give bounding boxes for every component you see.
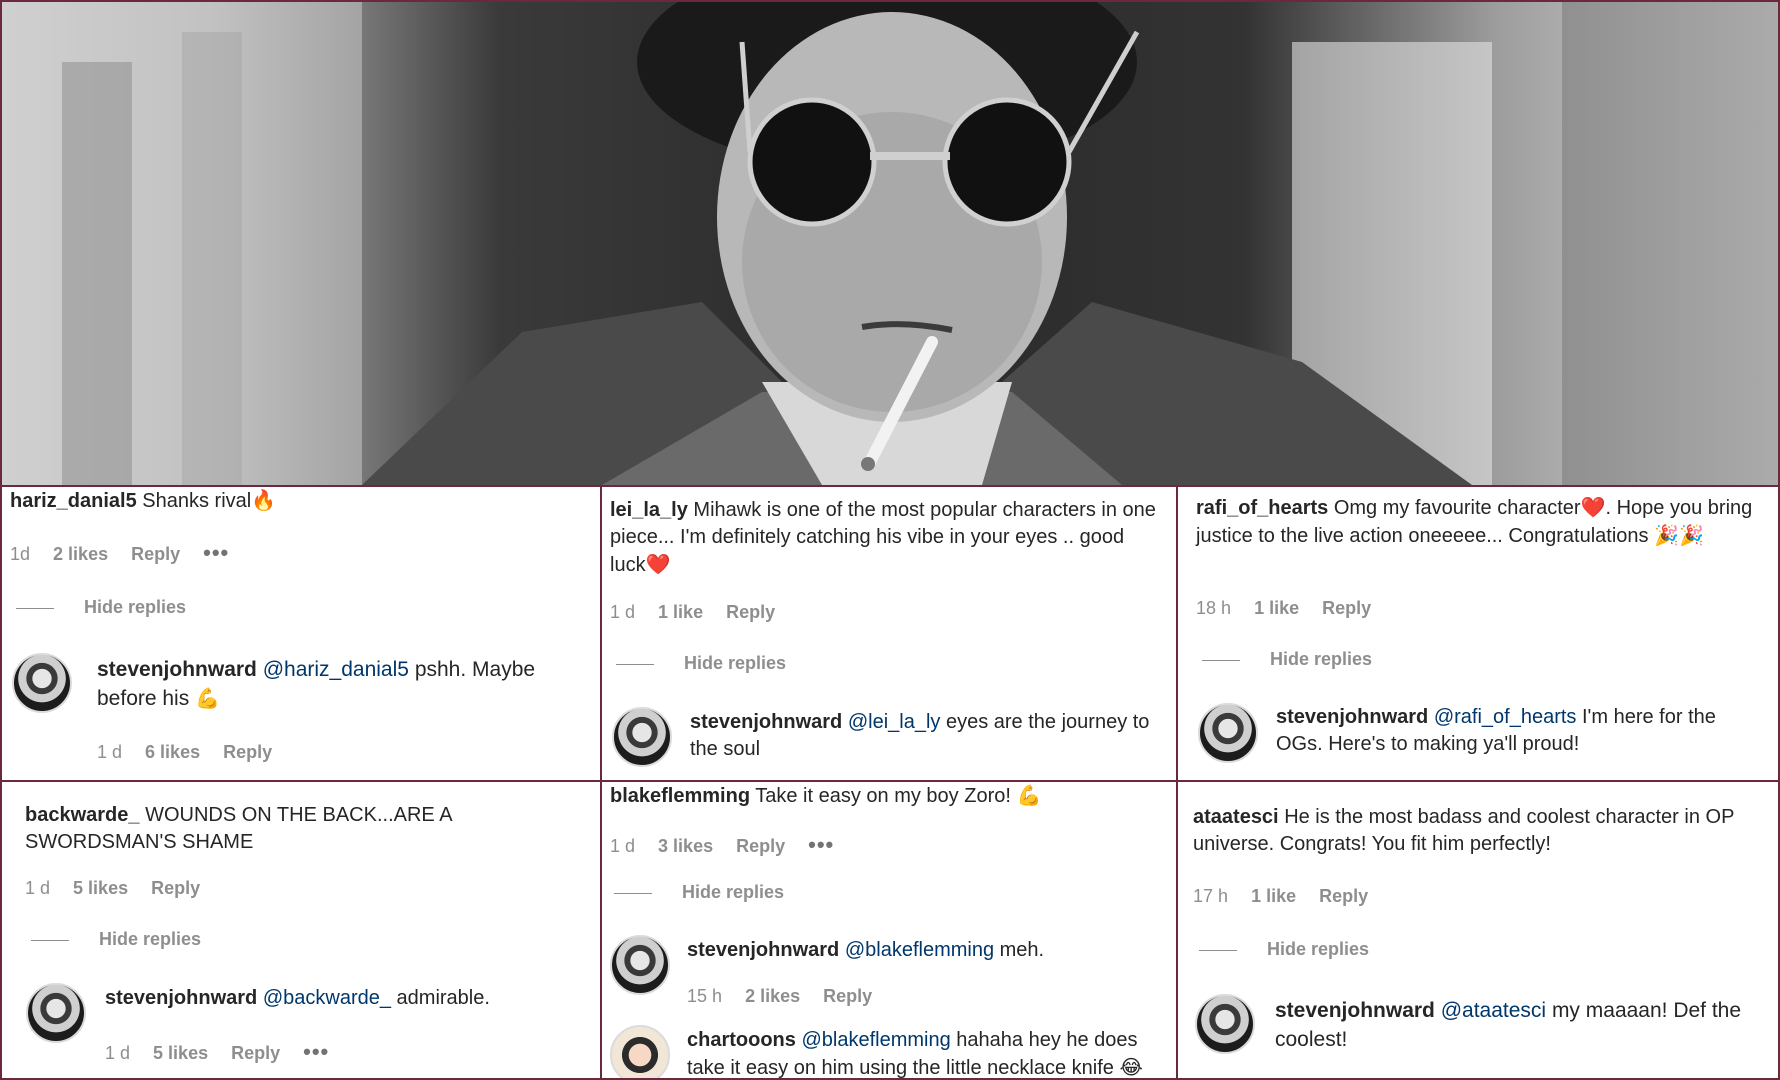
hide-replies-button[interactable]: Hide replies <box>1199 939 1369 960</box>
likes-count[interactable]: 2 likes <box>745 986 800 1006</box>
likes-count[interactable]: 1 like <box>658 602 703 622</box>
hide-replies-button[interactable]: Hide replies <box>16 597 186 618</box>
likes-count[interactable]: 2 likes <box>53 544 108 564</box>
avatar[interactable] <box>610 935 670 995</box>
hide-replies-button[interactable]: Hide replies <box>614 882 784 903</box>
avatar[interactable] <box>610 1025 670 1078</box>
comment-card-lei: lei_la_ly Mihawk is one of the most popu… <box>602 487 1176 780</box>
reply-text: stevenjohnward @hariz_danial5 pshh. Mayb… <box>97 658 536 710</box>
mention-link[interactable]: @lei_la_ly <box>848 711 941 733</box>
mention-link[interactable]: @backwarde_ <box>263 987 391 1009</box>
heart-emoji: ❤️ <box>645 552 671 576</box>
reply-button[interactable]: Reply <box>1322 598 1371 618</box>
party-popper-emoji: 🎉🎉 <box>1654 523 1704 547</box>
more-options-icon[interactable]: ••• <box>808 832 834 857</box>
comment-card-rafi: rafi_of_hearts Omg my favourite characte… <box>1178 487 1778 780</box>
divider-line <box>1199 949 1237 951</box>
comment-meta: 17 h 1 like Reply <box>1193 886 1369 906</box>
comment-text: blakeflemming Take it easy on my boy Zor… <box>610 783 1042 807</box>
likes-count[interactable]: 5 likes <box>153 1043 208 1063</box>
hero-photo <box>2 2 1778 485</box>
reply-text: stevenjohnward @backwarde_ admirable. <box>105 987 490 1009</box>
avatar[interactable] <box>26 983 86 1043</box>
reply-meta: 1 d 5 likes Reply ••• <box>105 1039 330 1064</box>
reply-button[interactable]: Reply <box>151 878 200 898</box>
laughing-emoji: 😂 <box>1119 1055 1143 1078</box>
comment-card-backwarde: backwarde_ WOUNDS ON THE BACK...ARE A SW… <box>2 782 600 1078</box>
reply-button[interactable]: Reply <box>823 986 872 1006</box>
comment-card-hariz: hariz_danial5 Shanks rival🔥 1d 2 likes R… <box>2 487 600 780</box>
collage: hariz_danial5 Shanks rival🔥 1d 2 likes R… <box>0 0 1780 1080</box>
reply-button[interactable]: Reply <box>223 742 272 762</box>
comment-meta: 18 h 1 like Reply <box>1196 598 1372 618</box>
divider-line <box>1202 659 1240 661</box>
avatar[interactable] <box>12 653 72 713</box>
comment-card-blake: blakeflemming Take it easy on my boy Zor… <box>602 782 1176 1078</box>
likes-count[interactable]: 3 likes <box>658 836 713 856</box>
comment-text: lei_la_ly Mihawk is one of the most popu… <box>610 499 1156 576</box>
comment-text: hariz_danial5 Shanks rival🔥 <box>10 488 277 512</box>
likes-count[interactable]: 1 like <box>1251 886 1296 906</box>
divider-line <box>614 892 652 894</box>
reply-text: stevenjohnward @blakeflemming meh. <box>687 939 1045 961</box>
reply-button[interactable]: Reply <box>726 602 775 622</box>
reply-text: stevenjohnward @ataatesci my maaaan! Def… <box>1275 999 1742 1051</box>
reply-button[interactable]: Reply <box>1319 886 1368 906</box>
mention-link[interactable]: @ataatesci <box>1441 999 1546 1022</box>
fire-emoji: 🔥 <box>251 488 277 512</box>
comment-meta: 1d 2 likes Reply ••• <box>10 540 230 565</box>
mention-link[interactable]: @hariz_danial5 <box>263 658 409 681</box>
hide-replies-button[interactable]: Hide replies <box>616 653 786 674</box>
mention-link[interactable]: @blakeflemming <box>801 1029 950 1051</box>
mention-link[interactable]: @rafi_of_hearts <box>1434 706 1577 728</box>
comment-text: rafi_of_hearts Omg my favourite characte… <box>1196 495 1753 547</box>
divider-line <box>31 939 69 941</box>
avatar[interactable] <box>1195 994 1255 1054</box>
more-options-icon[interactable]: ••• <box>303 1039 329 1064</box>
divider-line <box>16 607 54 609</box>
heart-emoji: ❤️ <box>1580 495 1606 519</box>
reply-meta: 1 d 6 likes Reply <box>97 742 273 762</box>
flexed-biceps-emoji: 💪 <box>195 686 220 710</box>
reply-button[interactable]: Reply <box>231 1043 280 1063</box>
comment-text: ataatesci He is the most badass and cool… <box>1193 806 1735 855</box>
comment-card-ata: ataatesci He is the most badass and cool… <box>1178 782 1778 1078</box>
comment-meta: 1 d 5 likes Reply <box>25 878 201 898</box>
mention-link[interactable]: @blakeflemming <box>845 939 994 961</box>
flexed-biceps-emoji: 💪 <box>1016 783 1042 807</box>
avatar[interactable] <box>1198 703 1258 763</box>
reply-text: stevenjohnward @lei_la_ly eyes are the j… <box>690 711 1150 760</box>
reply-meta: 15 h 2 likes Reply <box>687 986 873 1006</box>
divider-line <box>616 663 654 665</box>
reply-text: stevenjohnward @rafi_of_hearts I'm here … <box>1276 706 1716 755</box>
reply-button[interactable]: Reply <box>736 836 785 856</box>
portrait-illustration <box>2 2 1778 485</box>
more-options-icon[interactable]: ••• <box>203 540 229 565</box>
comment-meta: 1 d 3 likes Reply ••• <box>610 832 835 857</box>
avatar[interactable] <box>612 707 672 767</box>
hide-replies-button[interactable]: Hide replies <box>1202 649 1372 670</box>
reply-text: chartooons @blakeflemming hahaha hey he … <box>687 1029 1143 1078</box>
likes-count[interactable]: 1 like <box>1254 598 1299 618</box>
likes-count[interactable]: 5 likes <box>73 878 128 898</box>
hide-replies-button[interactable]: Hide replies <box>31 929 201 950</box>
comment-username[interactable]: hariz_danial5 <box>10 490 137 512</box>
comment-text: backwarde_ WOUNDS ON THE BACK...ARE A SW… <box>25 804 452 853</box>
comment-meta: 1 d 1 like Reply <box>610 602 776 622</box>
likes-count[interactable]: 6 likes <box>145 742 200 762</box>
reply-button[interactable]: Reply <box>131 544 180 564</box>
